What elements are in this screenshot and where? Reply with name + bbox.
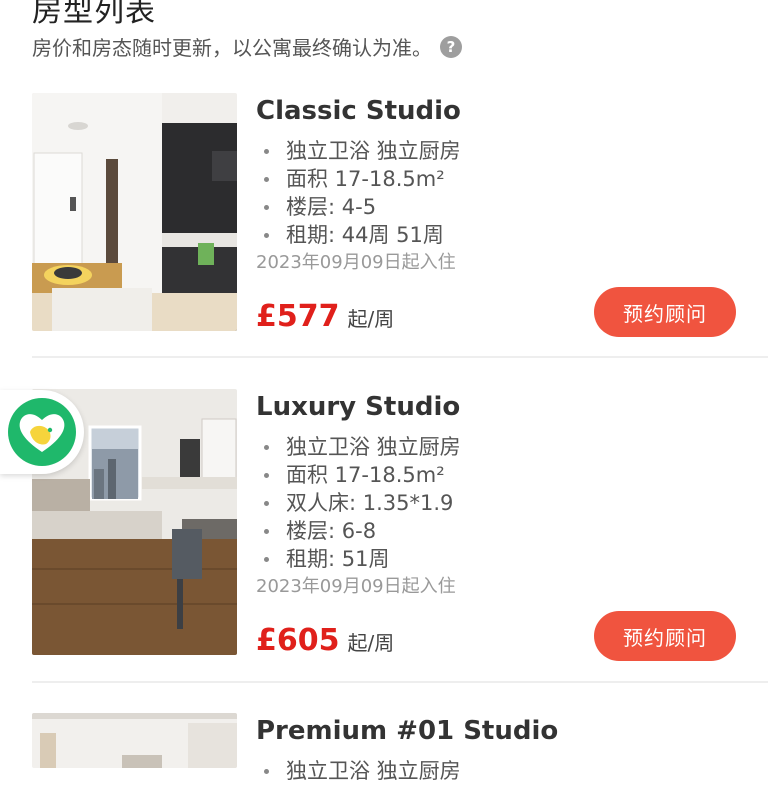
feature-item: 租期: 44周 51周 xyxy=(256,221,768,249)
feature-item: 楼层: 6-8 xyxy=(256,517,768,545)
feature-item: 双人床: 1.35*1.9 xyxy=(256,489,768,517)
room-name[interactable]: Premium #01 Studio xyxy=(256,713,768,749)
move-in-date: 2023年09月09日起入住 xyxy=(256,252,456,273)
feature-list: 独立卫浴 独立厨房 面积 17-18.5m² 楼层: 4-5 租期: 44周 5… xyxy=(256,137,768,249)
book-consultant-button[interactable]: 预约顾问 xyxy=(594,287,736,337)
room-card-premium-01-studio[interactable]: Premium #01 Studio 独立卫浴 独立厨房 xyxy=(32,713,768,783)
feature-item: 独立卫浴 独立厨房 xyxy=(256,137,768,165)
feature-item: 面积 17-18.5m² xyxy=(256,165,768,193)
feature-list: 独立卫浴 独立厨房 xyxy=(256,757,768,785)
price: £605 xyxy=(256,623,340,658)
feature-list: 独立卫浴 独立厨房 面积 17-18.5m² 双人床: 1.35*1.9 楼层:… xyxy=(256,433,768,573)
room-card-luxury-studio[interactable]: Luxury Studio 独立卫浴 独立厨房 面积 17-18.5m² 双人床… xyxy=(32,389,768,661)
subtitle-text: 房价和房态随时更新，以公寓最终确认为准。 xyxy=(32,36,432,60)
room-photo[interactable] xyxy=(32,713,237,768)
heart-app-icon xyxy=(8,398,76,466)
price-row: £605 起/周 xyxy=(256,623,394,658)
price-row: £577 起/周 xyxy=(256,299,394,334)
room-name[interactable]: Classic Studio xyxy=(256,93,768,129)
page-title: 房型列表 xyxy=(32,0,156,29)
room-card-classic-studio[interactable]: Classic Studio 独立卫浴 独立厨房 面积 17-18.5m² 楼层… xyxy=(32,93,768,337)
book-consultant-button[interactable]: 预约顾问 xyxy=(594,611,736,661)
divider xyxy=(32,356,768,358)
feature-item: 独立卫浴 独立厨房 xyxy=(256,757,768,785)
help-icon[interactable]: ? xyxy=(440,35,462,58)
feature-item: 面积 17-18.5m² xyxy=(256,461,768,489)
feature-item: 独立卫浴 独立厨房 xyxy=(256,433,768,461)
move-in-date: 2023年09月09日起入住 xyxy=(256,576,456,597)
page-subtitle: 房价和房态随时更新，以公寓最终确认为准。 ? xyxy=(32,32,462,61)
room-info: Premium #01 Studio 独立卫浴 独立厨房 xyxy=(256,713,768,785)
room-info: Classic Studio 独立卫浴 独立厨房 面积 17-18.5m² 楼层… xyxy=(256,93,768,277)
price-unit: 起/周 xyxy=(347,307,395,331)
floating-app-badge[interactable] xyxy=(0,390,84,474)
divider xyxy=(32,681,768,683)
room-photo[interactable] xyxy=(32,93,237,331)
feature-item: 租期: 51周 xyxy=(256,545,768,573)
room-name[interactable]: Luxury Studio xyxy=(256,389,768,425)
room-info: Luxury Studio 独立卫浴 独立厨房 面积 17-18.5m² 双人床… xyxy=(256,389,768,601)
price: £577 xyxy=(256,299,340,334)
feature-item: 楼层: 4-5 xyxy=(256,193,768,221)
price-unit: 起/周 xyxy=(347,631,395,655)
